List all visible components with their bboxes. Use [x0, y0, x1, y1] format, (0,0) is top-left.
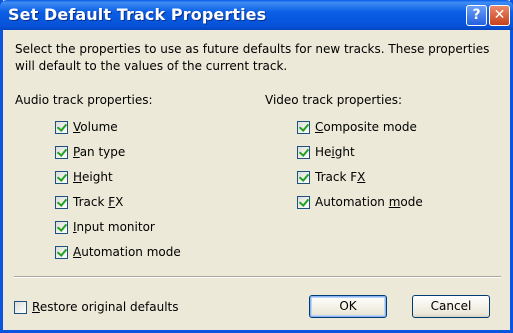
checkbox-label: Height	[73, 170, 113, 184]
audio-input-monitor-checkbox[interactable]: Input monitor	[55, 219, 155, 235]
video-automation-mode-checkbox[interactable]: Automation mode	[297, 194, 423, 210]
check-icon[interactable]	[55, 245, 68, 259]
dialog-window: Set Default Track Properties ? ✕ Select …	[0, 0, 513, 333]
title-bar[interactable]: Set Default Track Properties ? ✕	[0, 0, 513, 30]
checkbox-label: Track FX	[315, 170, 366, 184]
checkbox-label: Restore original defaults	[32, 300, 179, 314]
audio-group-label: Audio track properties:	[15, 93, 153, 107]
check-icon[interactable]	[297, 145, 310, 159]
divider	[14, 276, 501, 278]
checkbox-label: Automation mode	[315, 195, 423, 209]
checkbox-label: Volume	[73, 120, 118, 134]
check-icon[interactable]	[55, 170, 68, 184]
checkbox-label: Automation mode	[73, 245, 181, 259]
video-track-fx-checkbox[interactable]: Track FX	[297, 169, 365, 185]
checkbox-label: Input monitor	[73, 220, 155, 234]
check-icon[interactable]	[55, 220, 68, 234]
checkbox-label: Height	[315, 145, 355, 159]
audio-automation-mode-checkbox[interactable]: Automation mode	[55, 244, 181, 260]
video-group-label: Video track properties:	[265, 93, 403, 107]
ok-button[interactable]: OK	[309, 295, 387, 318]
checkbox-label: Pan type	[73, 145, 126, 159]
audio-volume-checkbox[interactable]: Volume	[55, 119, 118, 135]
check-icon[interactable]	[297, 120, 310, 134]
audio-track-fx-checkbox[interactable]: Track FX	[55, 194, 123, 210]
description-text: Select the properties to use as future d…	[15, 42, 490, 73]
check-icon[interactable]	[55, 195, 68, 209]
checkbox-label: Composite mode	[315, 120, 417, 134]
check-icon[interactable]	[55, 120, 68, 134]
help-button[interactable]: ?	[466, 5, 487, 26]
help-icon: ?	[472, 7, 481, 23]
check-icon[interactable]	[297, 195, 310, 209]
checkbox-box[interactable]	[14, 300, 27, 314]
check-icon[interactable]	[297, 170, 310, 184]
restore-defaults-checkbox[interactable]: Restore original defaults	[14, 299, 179, 315]
checkbox-label: Track FX	[73, 195, 124, 209]
cancel-button[interactable]: Cancel	[412, 295, 490, 318]
video-height-checkbox[interactable]: Height	[297, 144, 355, 160]
audio-height-checkbox[interactable]: Height	[55, 169, 113, 185]
check-icon[interactable]	[55, 145, 68, 159]
close-button[interactable]: ✕	[489, 5, 510, 26]
audio-pan-type-checkbox[interactable]: Pan type	[55, 144, 125, 160]
dialog-title: Set Default Track Properties	[8, 5, 267, 24]
close-icon: ✕	[493, 7, 506, 23]
video-composite-mode-checkbox[interactable]: Composite mode	[297, 119, 417, 135]
